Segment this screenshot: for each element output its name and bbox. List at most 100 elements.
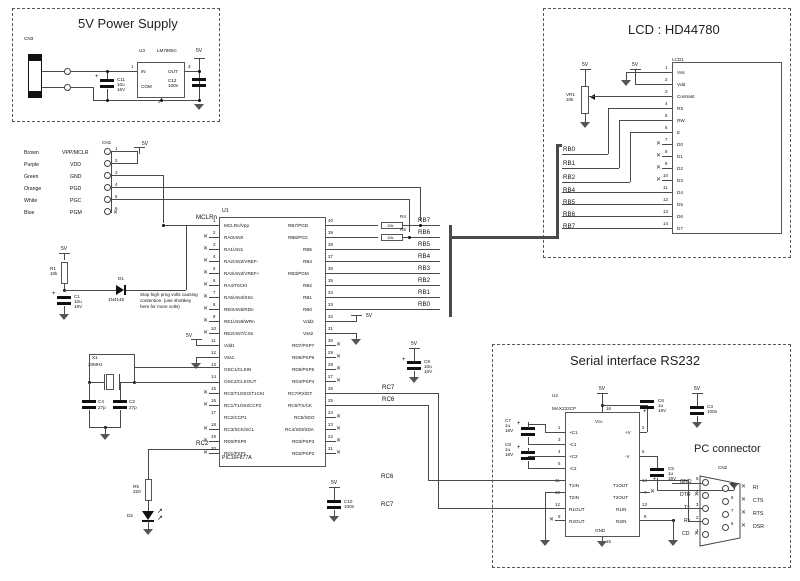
u1-pin-3-name: RA1/AN1 [224,247,244,252]
c5-rating: 16V [668,476,677,481]
cn2-nc-9: ✕ [741,484,747,490]
wire-c5-bottom [657,478,658,490]
wire-r2in-gnd [673,520,674,540]
r1-resistor [61,262,68,284]
wire-xtal-plate-l [104,374,105,390]
net-label-rb7: RB7 [418,217,431,224]
junction-gnd-rail-right [198,99,201,102]
u1-nc-18: ✕ [203,426,209,432]
u1-pin-16-name: RC1/T1OSI/CCP2 [224,403,262,408]
vr1-ground-symbol [580,122,590,128]
t2in-ground-symbol [540,540,550,546]
c5-polarity: + [653,477,657,483]
reset-5v-label: 5V [61,246,68,252]
u1-nc-27: ✕ [336,378,342,384]
c11-capacitor [100,79,114,89]
u1-pin-4-num: 4 [213,254,216,259]
wire-vr1-bottom [585,114,586,122]
u3-pin-3-number: 3 [188,64,191,69]
u1-pin-11-num: 11 [211,338,216,343]
u1-pin-19-name: RD0/PSP0 [224,439,247,444]
u1-stub-39 [326,237,378,238]
wire-cn3-2-down [93,87,94,100]
u1-stub-8 [209,309,219,310]
wire-c7-to-pin1 [528,424,546,425]
wire-xtal-top [89,354,134,355]
vr1-wiper-arrow [590,94,595,100]
wire-rb7-to-d7 [562,228,600,229]
c2-value: 27p [129,405,137,410]
lcd-pin-9-name: D2 [677,166,683,171]
u1-stub-22 [326,441,336,442]
u1-stub-15 [209,393,219,394]
wire-xtal-top-left [89,354,90,382]
u1-stub-11 [196,345,219,346]
lcd-pin-6-name: E [677,130,681,135]
u1-pin-6-num: 6 [213,278,216,283]
u1-pin-19-num: 19 [211,434,216,439]
lcd-stub-11 [600,192,672,193]
u1-nc-20: ✕ [203,450,209,456]
d2-emission-ray-1: ↗ [157,508,163,515]
u1-pin-13-name: OSC1/CLKIN [224,367,252,372]
cn2-label-gnd: GND [680,479,692,485]
u1-pin-1-name: MCLRn/Vpp [224,223,250,228]
r5-value: 220 [133,489,141,494]
u2-pin-13-name: R1IN [616,507,627,512]
lcd-pin-12-num: 12 [663,197,668,202]
c10-ground-symbol [329,516,339,522]
wire-rc6-down [428,405,429,480]
u1-pin-28-name: RD5/PSP5 [292,367,315,372]
cn2-pin-7 [722,511,729,518]
cn2-nc-8: ✕ [741,497,747,503]
u2-pin-16-name: Vcc [595,419,603,424]
lcd-stub-13 [600,216,672,217]
u2-pin-1-num: 1 [558,425,561,430]
c3-5v-label: 5V [694,386,701,392]
d2-led-symbol [142,511,154,520]
wire-xtal-right [119,382,134,383]
wire-rc7-to-serial [438,508,506,509]
r2in-ground-symbol [668,540,678,546]
net-label-rb6: RB6 [418,229,431,236]
wire-cn2-gnd [672,483,702,484]
lcd-nc-8: ✕ [656,153,662,159]
u1-nc-29: ✕ [336,354,342,360]
cn2-nc-6: ✕ [741,523,747,529]
u2-ground-symbol [597,541,607,547]
wire-c8-to-pin5 [528,468,546,469]
junction-pgd [419,224,422,227]
u1-vss1-ground [191,363,201,369]
u1-pin-29-num: 29 [328,350,333,355]
c9-rating: 16V [424,369,433,374]
u1-nc-28: ✕ [336,366,342,372]
wire-t2in-gnd [545,492,546,540]
wire-cn1-1 [111,151,137,152]
cn1-pin-6-nc-marker: ✕ [113,210,119,216]
u1-pin-11-name: Vdd1 [224,343,235,348]
wire-diode-to-icsp [126,290,186,291]
wire-r5-bottom [148,501,149,511]
cn2-ref: CN2 [718,465,728,470]
wire-rc6-to-serial [428,480,506,481]
c8-polarity: + [517,445,521,451]
u3-pin-out-name: OUT [168,69,178,74]
lcd-pin-10-name: D3 [677,178,683,183]
lcd-pin-6-num: 6 [665,125,668,130]
u1-pin-14-name: OSC2/CLKOUT [224,379,257,384]
cn2-pin-5 [702,479,709,486]
wire-rc2-down [148,449,149,479]
u1-stub-10 [209,333,219,334]
u2-stub-6 [640,456,657,457]
lcd-5v-label: 5V [632,62,639,68]
u1-pin-14-num: 14 [211,374,216,379]
block-title-serial: Serial interface RS232 [570,353,701,368]
lcd-pin-2-num: 2 [665,77,668,82]
u1-stub-35 [326,285,440,286]
cn2-label-dtr: DTR [680,492,691,498]
d1-diode [116,285,124,295]
u3-part: LM7805C [157,48,177,53]
u1-pin-9-name: RE1/AN6/WRn [224,319,255,324]
u2-nc-9: ✕ [549,517,555,523]
u1-nc-16: ✕ [203,402,209,408]
